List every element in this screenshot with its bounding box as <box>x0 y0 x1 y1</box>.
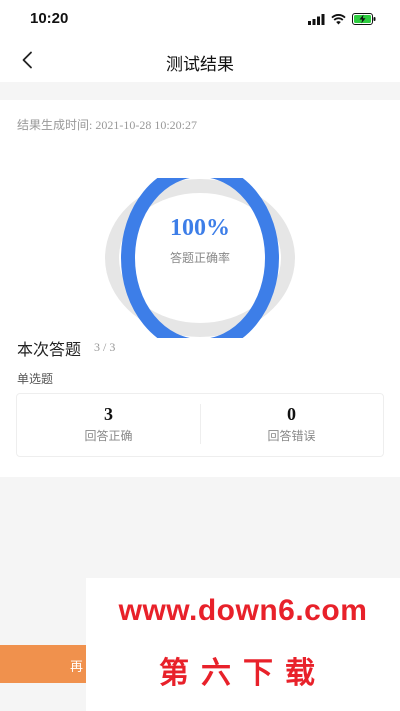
retry-button-label: 再 <box>70 659 84 674</box>
battery-charging-icon <box>352 13 376 25</box>
watermark: www.down6.com 第六下载 <box>86 578 400 711</box>
question-count: 3 / 3 <box>94 340 116 354</box>
signal-icon <box>308 13 325 25</box>
generated-time-label: 结果生成时间: <box>17 118 93 132</box>
watermark-brand: 第六下载 <box>159 657 327 690</box>
accuracy-ring: 100% 答题正确率 <box>104 178 296 338</box>
stat-wrong: 0 回答错误 <box>200 394 383 456</box>
correct-count: 3 <box>104 404 113 424</box>
correct-label: 回答正确 <box>84 429 133 443</box>
result-card: 结果生成时间: 2021-10-28 10:20:27 100% 答题正确率 本… <box>0 100 400 477</box>
question-type-label: 单选题 <box>17 372 54 386</box>
status-icons <box>308 13 376 25</box>
section-title: 本次答题 <box>17 342 82 359</box>
status-time: 10:20 <box>30 10 69 27</box>
generated-time-value: 2021-10-28 10:20:27 <box>95 118 198 132</box>
nav-bar: 测试结果 <box>0 38 400 82</box>
page-title: 测试结果 <box>166 55 234 74</box>
wrong-count: 0 <box>287 404 296 424</box>
accuracy-label: 答题正确率 <box>169 251 230 265</box>
accuracy-value: 100% <box>170 215 230 241</box>
stat-correct: 3 回答正确 <box>17 394 200 456</box>
wrong-label: 回答错误 <box>267 429 316 443</box>
answer-stats: 3 回答正确 0 回答错误 <box>16 393 384 457</box>
watermark-url: www.down6.com <box>118 594 368 627</box>
generated-time: 结果生成时间: 2021-10-28 10:20:27 <box>17 116 197 133</box>
wifi-icon <box>331 13 346 24</box>
status-bar: 10:20 <box>0 0 400 38</box>
